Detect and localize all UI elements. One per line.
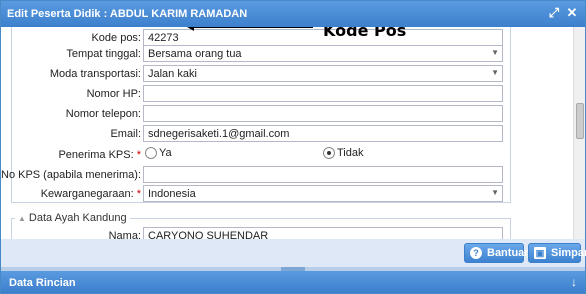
simpan-button[interactable]: ▣ Simpan bbox=[528, 243, 586, 263]
no-kps-input[interactable] bbox=[143, 166, 503, 183]
vertical-scrollbar[interactable] bbox=[573, 27, 585, 239]
collapse-triangle-icon[interactable]: ▲ bbox=[18, 214, 26, 223]
kewarganegaraan-label: Kewarganegaraan: bbox=[40, 188, 134, 200]
kps-ya-label[interactable]: Ya bbox=[159, 147, 172, 159]
window-footer: ? Bantuan ▣ Simpan bbox=[1, 239, 586, 267]
simpan-label: Simpan bbox=[551, 247, 586, 259]
arrow-down-icon[interactable]: ↓ bbox=[571, 275, 577, 289]
tempat-tinggal-label: Tempat tinggal: bbox=[66, 48, 141, 60]
kode-pos-label: Kode pos: bbox=[91, 32, 141, 44]
nama-ayah-input[interactable]: CARYONO SUHENDAR bbox=[143, 227, 503, 239]
edit-peserta-didik-window: Edit Peserta Didik : ABDUL KARIM RAMADAN… bbox=[0, 0, 586, 294]
chevron-down-icon[interactable]: ▼ bbox=[491, 48, 499, 57]
email-input[interactable]: sdnegerisaketi.1@gmail.com bbox=[143, 125, 503, 142]
chevron-down-icon[interactable]: ▼ bbox=[491, 68, 499, 77]
required-mark: * bbox=[136, 149, 141, 161]
moda-transportasi-label: Moda transportasi: bbox=[49, 68, 141, 80]
maximize-icon[interactable]: ⤢ bbox=[547, 6, 561, 20]
penerima-kps-label-wrap: Penerima KPS: * bbox=[1, 149, 141, 161]
nomor-telepon-input[interactable] bbox=[143, 105, 503, 122]
no-kps-label: No KPS (apabila menerima): bbox=[1, 169, 142, 181]
window-titlebar: Edit Peserta Didik : ABDUL KARIM RAMADAN… bbox=[1, 1, 585, 27]
bantuan-button[interactable]: ? Bantuan bbox=[464, 243, 531, 263]
penerima-kps-label: Penerima KPS: bbox=[58, 149, 134, 161]
form-scroll-area[interactable]: Kode pos: 42273 Tempat tinggal: Bersama … bbox=[1, 27, 585, 239]
kps-ya-radio[interactable] bbox=[145, 147, 157, 159]
tempat-tinggal-value: Bersama orang tua bbox=[148, 48, 242, 60]
email-label: Email: bbox=[110, 128, 141, 140]
tempat-tinggal-select[interactable]: Bersama orang tua ▼ bbox=[143, 45, 503, 62]
moda-transportasi-select[interactable]: Jalan kaki ▼ bbox=[143, 65, 503, 82]
nomor-hp-label: Nomor HP: bbox=[86, 88, 141, 100]
bantuan-label: Bantuan bbox=[487, 247, 531, 259]
nama-ayah-label: Nama: bbox=[108, 230, 141, 239]
nomor-telepon-label: Nomor telepon: bbox=[65, 108, 141, 120]
section-ayah-legend[interactable]: ▲ Data Ayah Kandung bbox=[15, 212, 130, 224]
scrollbar-thumb[interactable] bbox=[576, 103, 584, 139]
annotation-arrow-line bbox=[191, 27, 313, 28]
chevron-down-icon[interactable]: ▼ bbox=[491, 188, 499, 197]
close-icon[interactable]: ✕ bbox=[565, 6, 579, 20]
kewarganegaraan-value: Indonesia bbox=[148, 188, 196, 200]
kewarganegaraan-label-wrap: Kewarganegaraan: * bbox=[1, 188, 141, 200]
required-mark: * bbox=[136, 188, 141, 200]
window-title: Edit Peserta Didik : ABDUL KARIM RAMADAN bbox=[7, 8, 248, 20]
nomor-hp-input[interactable] bbox=[143, 85, 503, 102]
kps-tidak-radio[interactable] bbox=[323, 147, 335, 159]
save-icon: ▣ bbox=[534, 247, 546, 259]
moda-transportasi-value: Jalan kaki bbox=[148, 68, 197, 80]
section-ayah-title: Data Ayah Kandung bbox=[28, 212, 127, 224]
kps-tidak-label[interactable]: Tidak bbox=[337, 147, 364, 159]
kewarganegaraan-select[interactable]: Indonesia ▼ bbox=[143, 185, 503, 202]
data-rincian-panel-header[interactable]: Data Rincian ↓ bbox=[1, 271, 585, 293]
annotation-kode-pos: Kode Pos bbox=[323, 27, 407, 40]
help-icon: ? bbox=[470, 247, 482, 259]
data-rincian-title: Data Rincian bbox=[9, 277, 76, 289]
